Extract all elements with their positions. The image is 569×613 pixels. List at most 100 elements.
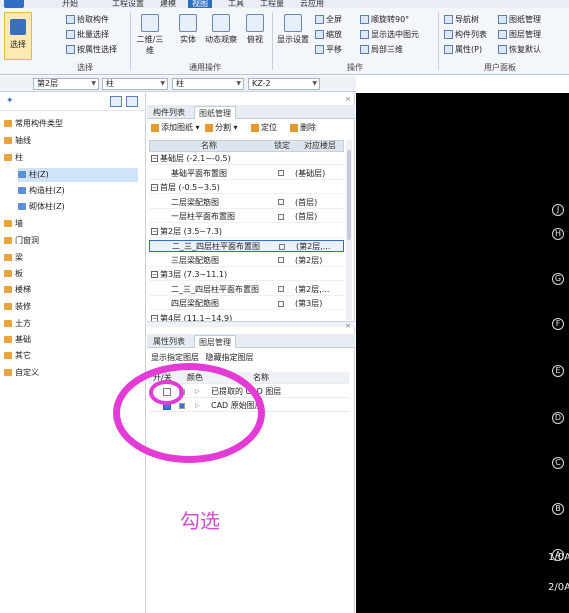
- tree-item[interactable]: 构造柱(Z): [18, 184, 138, 198]
- column-icon: [18, 171, 26, 178]
- lock-icon[interactable]: [278, 286, 284, 292]
- tree-item[interactable]: 基础: [4, 333, 142, 347]
- dynamic-view-button[interactable]: 动态观察: [203, 14, 239, 45]
- drawing-row[interactable]: 三层梁配筋图 (第2层): [149, 255, 344, 267]
- tab-property-list[interactable]: 属性列表: [149, 335, 189, 348]
- tab-drawing-management[interactable]: 图纸管理: [194, 106, 236, 119]
- drawing-row[interactable]: 二_三_四层柱平面布置图 (第2层,...: [149, 284, 344, 296]
- fullscreen-button[interactable]: 全屏: [315, 14, 342, 25]
- floor-group-row[interactable]: − 首层 (-0.5~3.5): [149, 182, 344, 194]
- collapse-icon[interactable]: −: [151, 271, 158, 278]
- panel-splitter[interactable]: [147, 321, 355, 327]
- floor-select[interactable]: 第2层 ▼: [33, 78, 99, 90]
- lock-icon[interactable]: [279, 243, 285, 250]
- hide-layer-option[interactable]: 隐藏指定图层: [206, 353, 254, 362]
- collapse-icon[interactable]: −: [151, 184, 158, 191]
- tree-item[interactable]: 梁: [4, 251, 142, 265]
- property-button[interactable]: 属性(P): [444, 44, 482, 55]
- tree-item[interactable]: 墙: [4, 217, 142, 231]
- close-icon[interactable]: ×: [345, 322, 351, 330]
- drawing-mgmt-label: 图纸管理: [509, 15, 541, 24]
- drawing-row[interactable]: 四层梁配筋图 (第3层): [149, 298, 344, 310]
- grid-view-icon[interactable]: [126, 96, 138, 107]
- solid-button[interactable]: 实体: [176, 14, 200, 45]
- tree-item[interactable]: 砌体柱(Z): [18, 200, 138, 214]
- fullscreen-icon: [315, 15, 324, 24]
- show-selected-button[interactable]: 显示选中图元: [360, 29, 419, 40]
- axis-marker: J: [552, 204, 564, 216]
- close-icon[interactable]: ×: [345, 95, 351, 103]
- component-list-button[interactable]: 构件列表: [444, 29, 487, 40]
- tree-item[interactable]: 楼梯: [4, 283, 142, 297]
- tree-item[interactable]: 常用构件类型: [4, 117, 142, 131]
- tree-item[interactable]: 轴线: [4, 134, 142, 148]
- tree-item[interactable]: 其它: [4, 349, 142, 363]
- drawing-name: 第2层 (3.5~7.3): [160, 226, 223, 236]
- lock-icon[interactable]: [278, 213, 284, 220]
- batch-select-button[interactable]: 批量选择: [66, 29, 109, 40]
- drawing-row[interactable]: 一层柱平面布置图 (首层): [149, 211, 344, 223]
- select-by-attr-button[interactable]: 按属性选择: [66, 44, 117, 55]
- drawing-row[interactable]: 基础平面布置图 (基础层): [149, 168, 344, 180]
- tree-item[interactable]: 土方: [4, 317, 142, 331]
- type-select[interactable]: 柱 ▼: [172, 78, 244, 90]
- tree-item-label: 土方: [15, 319, 31, 328]
- tree-item[interactable]: 装修: [4, 300, 142, 314]
- drawing-name: 四层梁配筋图: [171, 299, 219, 308]
- add-drawing-button[interactable]: 添加图纸 ▾: [151, 121, 200, 135]
- lock-icon[interactable]: [278, 300, 284, 307]
- scroll-thumb[interactable]: [347, 150, 351, 240]
- collapse-icon[interactable]: −: [151, 155, 158, 162]
- component-name-select[interactable]: KZ-2 ▼: [248, 78, 320, 90]
- lock-icon[interactable]: [278, 199, 284, 205]
- drawing-canvas[interactable]: JHGFEDCBA 1/0A 2/0A: [356, 93, 569, 613]
- tree-item[interactable]: 自定义: [4, 366, 142, 380]
- tab-layer-management[interactable]: 图层管理: [194, 335, 236, 348]
- pick-component-button[interactable]: 拾取构件: [66, 14, 109, 25]
- lock-icon[interactable]: [278, 170, 284, 176]
- pan-button[interactable]: 平移: [315, 44, 342, 55]
- tree-item[interactable]: 柱(Z): [18, 168, 138, 182]
- pin-icon[interactable]: ✦: [6, 96, 14, 106]
- tree-item[interactable]: 门窗洞: [4, 234, 142, 248]
- header-floor: 对应楼层: [304, 141, 336, 150]
- collapse-icon[interactable]: −: [151, 227, 158, 235]
- app-menu-button[interactable]: [4, 0, 24, 8]
- display-icon: [284, 14, 302, 32]
- list-view-icon[interactable]: [110, 96, 122, 107]
- display-settings-button[interactable]: 显示设置: [274, 14, 312, 45]
- tree-item-label: 柱: [15, 153, 23, 162]
- lock-cell: [272, 241, 292, 253]
- locate-button[interactable]: 定位: [251, 121, 277, 135]
- drawing-mgmt-button[interactable]: 图纸管理: [498, 14, 541, 25]
- top-view-button[interactable]: 俯视: [243, 14, 267, 45]
- folder-icon: [4, 120, 12, 127]
- navigator-button[interactable]: 导航树: [444, 14, 479, 25]
- category-select[interactable]: 柱 ▼: [102, 78, 168, 90]
- local-3d-button[interactable]: 局部三维: [360, 44, 403, 55]
- restore-default-button[interactable]: 恢复默认: [498, 44, 541, 55]
- lock-cell: [271, 211, 291, 223]
- tree-item[interactable]: 板: [4, 267, 142, 281]
- split-button[interactable]: 分割 ▾: [205, 121, 238, 135]
- drawing-row[interactable]: 二_三_四层柱平面布置图 (第2层,...: [149, 240, 344, 252]
- axis-marker: C: [552, 457, 564, 469]
- select-button[interactable]: 选择: [4, 12, 32, 60]
- delete-button[interactable]: 删除: [290, 121, 316, 135]
- drawing-row[interactable]: 二层梁配筋图 (首层): [149, 197, 344, 209]
- rotate-button[interactable]: 顺旋转90°: [360, 14, 409, 25]
- layer-mgmt-button[interactable]: 图层管理: [498, 29, 541, 40]
- floor-group-row[interactable]: − 基础层 (-2.1~-0.5): [149, 153, 344, 165]
- tab-component-list[interactable]: 构件列表: [149, 106, 189, 119]
- show-layer-option[interactable]: 显示指定图层: [151, 353, 199, 362]
- tree-item[interactable]: 柱: [4, 151, 142, 165]
- tree-item-label: 构造柱(Z): [29, 186, 65, 195]
- lock-icon[interactable]: [278, 257, 284, 263]
- tree-toolbar: ✦: [0, 93, 145, 111]
- type-value: 柱: [176, 79, 184, 88]
- floor-group-row[interactable]: − 第2层 (3.5~7.3): [149, 226, 344, 238]
- zoom-button[interactable]: 缩放: [315, 29, 342, 40]
- drawing-scrollbar[interactable]: [346, 140, 352, 320]
- view-2d3d-button[interactable]: 二维/三维: [134, 14, 166, 56]
- floor-group-row[interactable]: − 第3层 (7.3~11.1): [149, 269, 344, 281]
